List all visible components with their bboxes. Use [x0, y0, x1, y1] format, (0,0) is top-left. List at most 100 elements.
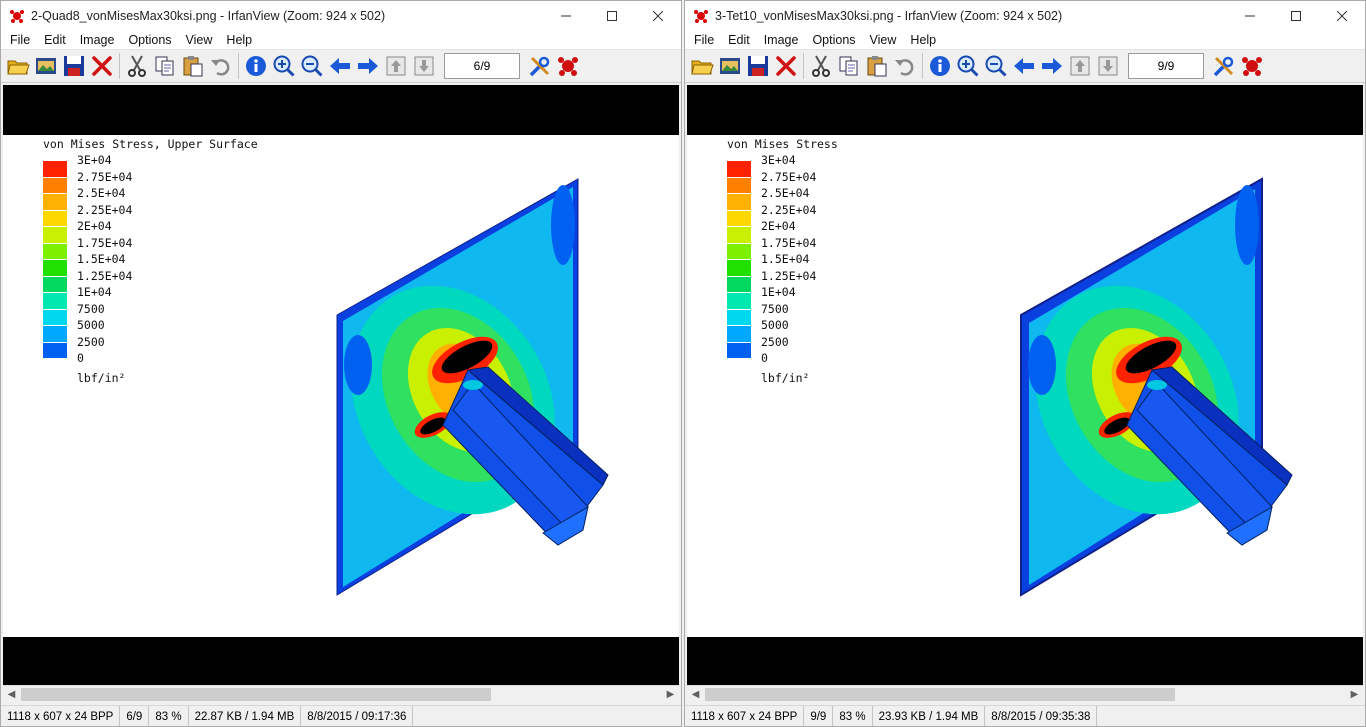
copy-button[interactable]	[151, 52, 179, 80]
legend-swatch	[43, 227, 67, 243]
menu-file[interactable]: File	[687, 33, 721, 47]
legend-title: von Mises Stress	[727, 137, 838, 151]
first-page-icon	[1070, 56, 1090, 76]
paste-button[interactable]	[179, 52, 207, 80]
minimize-icon	[561, 15, 571, 17]
irfanview-button[interactable]	[1238, 52, 1266, 80]
scroll-right-icon[interactable]: ▶	[1346, 686, 1363, 703]
thumbnails-button[interactable]	[716, 52, 744, 80]
toolbar: 6/9	[1, 49, 681, 83]
scroll-thumb[interactable]	[21, 688, 491, 701]
zoom-in-icon	[957, 55, 979, 77]
open-button[interactable]	[688, 52, 716, 80]
copy-icon	[155, 56, 174, 76]
legend-swatch	[43, 309, 67, 325]
horizontal-scrollbar[interactable]: ◀ ▶	[3, 685, 679, 703]
maximize-button[interactable]	[589, 1, 635, 31]
menu-edit[interactable]: Edit	[721, 33, 757, 47]
info-button[interactable]	[242, 52, 270, 80]
thumbnails-icon	[720, 58, 740, 74]
title-bar[interactable]: 3-Tet10_vonMisesMax30ksi.png - IrfanView…	[685, 1, 1365, 31]
scroll-right-icon[interactable]: ▶	[662, 686, 679, 703]
legend-label: 2.25E+04	[761, 202, 817, 217]
settings-button[interactable]	[526, 52, 554, 80]
previous-button[interactable]	[326, 52, 354, 80]
undo-icon	[895, 59, 914, 76]
legend-label: 2E+04	[761, 219, 796, 233]
thumbnails-button[interactable]	[32, 52, 60, 80]
menu-help[interactable]: Help	[219, 33, 259, 47]
minimize-icon	[1245, 15, 1255, 17]
menu-image[interactable]: Image	[73, 33, 122, 47]
menu-help[interactable]: Help	[903, 33, 943, 47]
last-page-button[interactable]	[1094, 52, 1122, 80]
zoom-out-button[interactable]	[982, 52, 1010, 80]
open-button[interactable]	[4, 52, 32, 80]
status-zoom: 83 %	[149, 705, 189, 726]
paste-icon	[183, 56, 203, 77]
irfanview-window-left[interactable]: 2-Quad8_vonMisesMax30ksi.png - IrfanView…	[0, 0, 682, 727]
legend-label: 1.5E+04	[761, 252, 810, 266]
delete-button[interactable]	[772, 52, 800, 80]
menu-view[interactable]: View	[179, 33, 220, 47]
zoom-in-icon	[273, 55, 295, 77]
maximize-button[interactable]	[1273, 1, 1319, 31]
previous-button[interactable]	[1010, 52, 1038, 80]
zoom-in-button[interactable]	[954, 52, 982, 80]
cut-icon	[812, 55, 830, 77]
info-button[interactable]	[926, 52, 954, 80]
minimize-button[interactable]	[543, 1, 589, 31]
title-bar[interactable]: 2-Quad8_vonMisesMax30ksi.png - IrfanView…	[1, 1, 681, 31]
copy-button[interactable]	[835, 52, 863, 80]
settings-button[interactable]	[1210, 52, 1238, 80]
irfanview-button[interactable]	[554, 52, 582, 80]
menu-options[interactable]: Options	[121, 33, 178, 47]
image-viewport[interactable]: von Mises Stress, Upper Surface 3E+04 2.…	[3, 85, 679, 685]
legend-label: 1.75E+04	[77, 235, 133, 250]
irfanview-window-right[interactable]: 3-Tet10_vonMisesMax30ksi.png - IrfanView…	[684, 0, 1366, 727]
irfanview-icon	[1242, 57, 1262, 76]
minimize-button[interactable]	[1227, 1, 1273, 31]
cut-button[interactable]	[123, 52, 151, 80]
settings-icon	[529, 56, 550, 77]
menu-file[interactable]: File	[3, 33, 37, 47]
scroll-left-icon[interactable]: ◀	[3, 686, 20, 703]
status-bar: 1118 x 607 x 24 BPP 9/9 83 % 23.93 KB / …	[685, 705, 1365, 726]
menu-view[interactable]: View	[863, 33, 904, 47]
legend-label: 2.75E+04	[761, 169, 817, 184]
menu-edit[interactable]: Edit	[37, 33, 73, 47]
save-icon	[748, 56, 768, 76]
toolbar-separator	[238, 53, 239, 79]
legend-swatch	[727, 161, 751, 177]
first-page-button[interactable]	[382, 52, 410, 80]
save-icon	[64, 56, 84, 76]
page-indicator[interactable]: 6/9	[444, 53, 520, 79]
delete-button[interactable]	[88, 52, 116, 80]
cut-button[interactable]	[807, 52, 835, 80]
undo-button[interactable]	[207, 52, 235, 80]
scroll-left-icon[interactable]: ◀	[687, 686, 704, 703]
first-page-button[interactable]	[1066, 52, 1094, 80]
close-button[interactable]	[635, 1, 681, 31]
zoom-out-icon	[301, 55, 323, 77]
save-button[interactable]	[744, 52, 772, 80]
stress-plot-image: von Mises Stress, Upper Surface 3E+04 2.…	[3, 135, 679, 637]
next-button[interactable]	[354, 52, 382, 80]
scroll-thumb[interactable]	[705, 688, 1175, 701]
image-viewport[interactable]: von Mises Stress 3E+04 2.75E+04 2.5E+04 …	[687, 85, 1363, 685]
zoom-out-button[interactable]	[298, 52, 326, 80]
legend-swatch	[43, 326, 67, 342]
last-page-button[interactable]	[410, 52, 438, 80]
next-button[interactable]	[1038, 52, 1066, 80]
horizontal-scrollbar[interactable]: ◀ ▶	[687, 685, 1363, 703]
save-button[interactable]	[60, 52, 88, 80]
menu-options[interactable]: Options	[805, 33, 862, 47]
undo-button[interactable]	[891, 52, 919, 80]
zoom-in-button[interactable]	[270, 52, 298, 80]
paste-button[interactable]	[863, 52, 891, 80]
close-button[interactable]	[1319, 1, 1365, 31]
undo-icon	[211, 59, 230, 76]
menu-image[interactable]: Image	[757, 33, 806, 47]
page-indicator[interactable]: 9/9	[1128, 53, 1204, 79]
legend-label: 2500	[77, 334, 105, 349]
